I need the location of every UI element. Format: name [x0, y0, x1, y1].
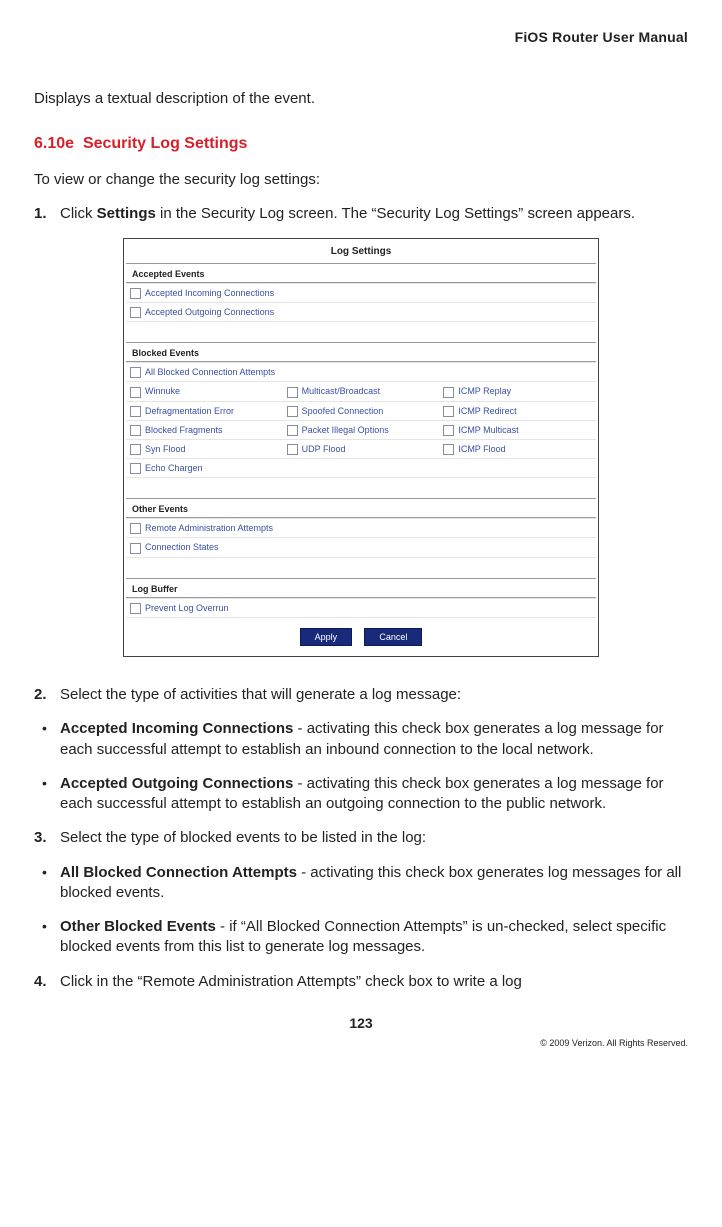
bullet-bold: All Blocked Connection Attempts [60, 864, 297, 881]
step-1: 1. Click Settings in the Security Log sc… [34, 204, 688, 224]
step-number: 3. [34, 828, 47, 848]
syn-flood-label: Syn Flood [145, 444, 186, 454]
step-text-bold: Settings [97, 205, 156, 222]
step-text: Select the type of blocked events to be … [60, 829, 426, 846]
icmp-multicast-label: ICMP Multicast [458, 425, 518, 435]
step-3: 3. Select the type of blocked events to … [34, 828, 688, 848]
blocked-events-header: Blocked Events [126, 342, 596, 362]
icmp-redirect-label: ICMP Redirect [458, 406, 516, 416]
checkbox-packet-illegal[interactable] [287, 425, 298, 436]
checkbox-prevent-overrun[interactable] [130, 603, 141, 614]
all-blocked-label: All Blocked Connection Attempts [145, 367, 275, 377]
checkbox-multicast[interactable] [287, 387, 298, 398]
section-title: Security Log Settings [83, 135, 247, 152]
figure-title: Log Settings [126, 241, 596, 263]
accepted-events-header: Accepted Events [126, 263, 596, 283]
cancel-button[interactable]: Cancel [364, 628, 422, 646]
prevent-overrun-label: Prevent Log Overrun [145, 603, 229, 613]
apply-button[interactable]: Apply [300, 628, 353, 646]
step-number: 1. [34, 204, 47, 224]
step-text: Click in the “Remote Administration Atte… [60, 973, 522, 990]
checkbox-icmp-multicast[interactable] [443, 425, 454, 436]
multicast-label: Multicast/Broadcast [302, 386, 381, 396]
bullet-other-blocked: Other Blocked Events - if “All Blocked C… [34, 917, 688, 958]
accepted-incoming-label: Accepted Incoming Connections [145, 288, 274, 298]
step-text: Select the type of activities that will … [60, 686, 461, 703]
checkbox-syn-flood[interactable] [130, 444, 141, 455]
intro-paragraph: Displays a textual description of the ev… [34, 89, 688, 109]
accepted-outgoing-label: Accepted Outgoing Connections [145, 307, 274, 317]
remote-admin-label: Remote Administration Attempts [145, 523, 273, 533]
bullet-bold: Other Blocked Events [60, 918, 216, 935]
checkbox-udp-flood[interactable] [287, 444, 298, 455]
blocked-frag-label: Blocked Fragments [145, 425, 223, 435]
udp-flood-label: UDP Flood [302, 444, 346, 454]
checkbox-accepted-outgoing[interactable] [130, 307, 141, 318]
step-text-prefix: Click [60, 205, 97, 222]
log-settings-figure: Log Settings Accepted Events Accepted In… [123, 238, 599, 657]
spoofed-label: Spoofed Connection [302, 406, 384, 416]
section-number: 6.10e [34, 135, 74, 152]
checkbox-connection-states[interactable] [130, 543, 141, 554]
copyright: © 2009 Verizon. All Rights Reserved. [34, 1037, 688, 1049]
icmp-replay-label: ICMP Replay [458, 386, 511, 396]
step-4: 4. Click in the “Remote Administration A… [34, 972, 688, 992]
checkbox-icmp-redirect[interactable] [443, 406, 454, 417]
bullet-bold: Accepted Incoming Connections [60, 720, 293, 737]
echo-chargen-label: Echo Chargen [145, 463, 203, 473]
document-header: FiOS Router User Manual [34, 28, 688, 47]
section-intro: To view or change the security log setti… [34, 170, 688, 190]
defrag-label: Defragmentation Error [145, 406, 234, 416]
step-text-suffix: in the Security Log screen. The “Securit… [156, 205, 635, 222]
checkbox-icmp-replay[interactable] [443, 387, 454, 398]
checkbox-defrag[interactable] [130, 406, 141, 417]
winnuke-label: Winnuke [145, 386, 180, 396]
page-number: 123 [34, 1014, 688, 1033]
section-heading: 6.10e Security Log Settings [34, 133, 688, 155]
step-number: 2. [34, 685, 47, 705]
checkbox-icmp-flood[interactable] [443, 444, 454, 455]
bullet-accepted-incoming: Accepted Incoming Connections - activati… [34, 719, 688, 760]
connection-states-label: Connection States [145, 542, 219, 552]
step-2: 2. Select the type of activities that wi… [34, 685, 688, 705]
other-events-header: Other Events [126, 498, 596, 518]
checkbox-winnuke[interactable] [130, 387, 141, 398]
step-number: 4. [34, 972, 47, 992]
checkbox-echo-chargen[interactable] [130, 463, 141, 474]
bullet-bold: Accepted Outgoing Connections [60, 775, 293, 792]
checkbox-remote-admin[interactable] [130, 523, 141, 534]
checkbox-all-blocked[interactable] [130, 367, 141, 378]
checkbox-blocked-frag[interactable] [130, 425, 141, 436]
log-buffer-header: Log Buffer [126, 578, 596, 598]
packet-illegal-label: Packet Illegal Options [302, 425, 389, 435]
checkbox-spoofed[interactable] [287, 406, 298, 417]
checkbox-accepted-incoming[interactable] [130, 288, 141, 299]
bullet-accepted-outgoing: Accepted Outgoing Connections - activati… [34, 774, 688, 815]
bullet-all-blocked: All Blocked Connection Attempts - activa… [34, 863, 688, 904]
icmp-flood-label: ICMP Flood [458, 444, 505, 454]
